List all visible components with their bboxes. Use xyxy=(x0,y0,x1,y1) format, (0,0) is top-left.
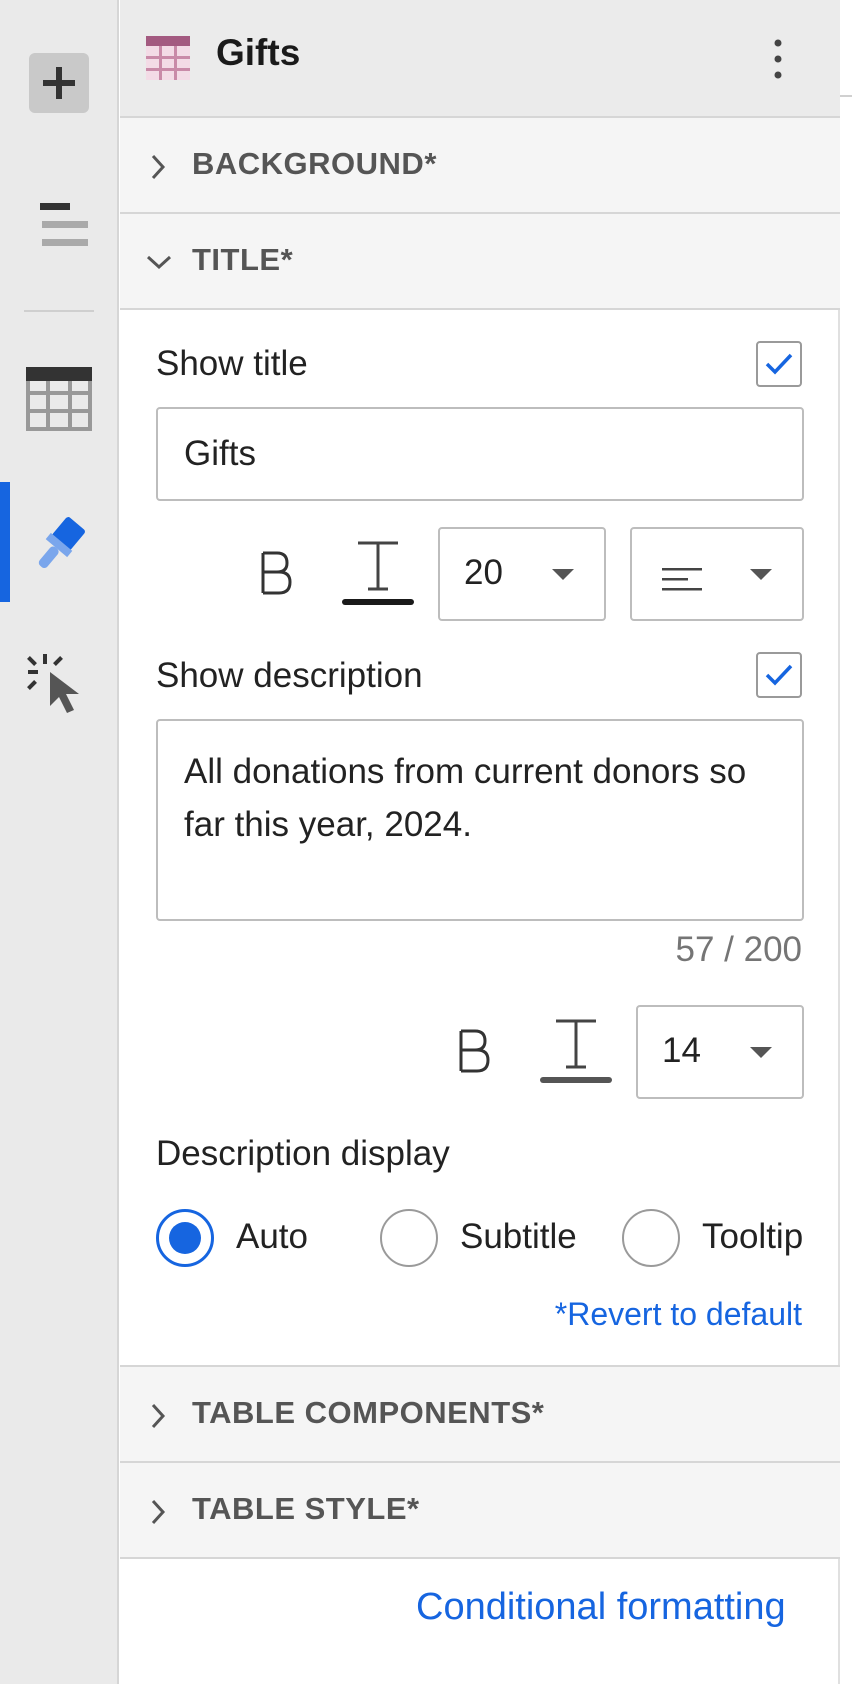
caret-down-icon xyxy=(750,1047,772,1058)
description-display-options: Auto Subtitle Tooltip xyxy=(156,1209,836,1269)
plus-icon xyxy=(28,53,89,113)
panel-title: Gifts xyxy=(216,32,301,73)
title-alignment-select[interactable] xyxy=(630,527,804,621)
description-font-size-select[interactable]: 14 xyxy=(636,1005,804,1099)
radio-auto-label[interactable]: Auto xyxy=(236,1217,308,1257)
section-label: BACKGROUND* xyxy=(192,146,437,181)
caret-down-icon xyxy=(750,569,772,580)
caret-down-icon xyxy=(552,569,574,580)
section-background[interactable]: BACKGROUND* xyxy=(120,118,840,214)
cursor-click-icon[interactable] xyxy=(0,648,117,718)
section-label: TABLE STYLE* xyxy=(192,1491,420,1526)
chevron-down-icon xyxy=(144,252,174,277)
description-font-size-value: 14 xyxy=(662,1031,701,1070)
title-font-size-select[interactable]: 20 xyxy=(438,527,606,621)
panel-header: Gifts xyxy=(120,0,840,118)
radio-auto[interactable] xyxy=(156,1209,214,1267)
show-description-label: Show description xyxy=(156,656,423,695)
show-title-label: Show title xyxy=(156,344,308,383)
show-description-checkbox[interactable] xyxy=(756,652,802,698)
show-title-checkbox[interactable] xyxy=(756,341,802,387)
description-textarea[interactable]: All donations from current donors so far… xyxy=(156,719,804,921)
table-icon xyxy=(146,36,190,85)
title-font-size-value: 20 xyxy=(464,553,503,592)
chevron-right-icon xyxy=(148,152,168,187)
section-title[interactable]: TITLE* xyxy=(120,214,840,310)
revert-to-default-link[interactable]: *Revert to default xyxy=(555,1296,802,1333)
section-table-components[interactable]: TABLE COMPONENTS* xyxy=(120,1365,840,1463)
bold-icon[interactable] xyxy=(250,532,300,614)
rail-divider xyxy=(24,310,94,312)
radio-tooltip-label[interactable]: Tooltip xyxy=(702,1217,803,1257)
section-label: TITLE* xyxy=(192,242,294,277)
radio-subtitle[interactable] xyxy=(380,1209,438,1267)
text-color-icon[interactable] xyxy=(342,532,414,614)
description-display-label: Description display xyxy=(156,1134,450,1173)
text-color-icon[interactable] xyxy=(540,1010,612,1092)
align-left-icon xyxy=(662,563,704,603)
panel-edge xyxy=(840,0,852,1684)
more-options-icon[interactable] xyxy=(768,38,788,80)
title-input[interactable]: Gifts xyxy=(156,407,804,501)
bold-icon[interactable] xyxy=(448,1010,498,1092)
radio-tooltip[interactable] xyxy=(622,1209,680,1267)
outline-icon[interactable] xyxy=(0,196,117,256)
paintbrush-icon[interactable] xyxy=(0,510,117,580)
add-button[interactable] xyxy=(0,52,117,114)
section-table-style[interactable]: TABLE STYLE* xyxy=(120,1463,840,1559)
left-rail xyxy=(0,0,119,1684)
chevron-right-icon xyxy=(148,1401,168,1436)
description-char-counter: 57 / 200 xyxy=(675,930,803,969)
table-icon[interactable] xyxy=(0,366,117,432)
format-panel: Gifts BACKGROUND* TITLE* Show title Gift… xyxy=(120,0,840,1684)
radio-subtitle-label[interactable]: Subtitle xyxy=(460,1217,577,1257)
section-label: TABLE COMPONENTS* xyxy=(192,1395,545,1430)
conditional-formatting-link[interactable]: Conditional formatting xyxy=(416,1586,786,1629)
chevron-right-icon xyxy=(148,1497,168,1532)
